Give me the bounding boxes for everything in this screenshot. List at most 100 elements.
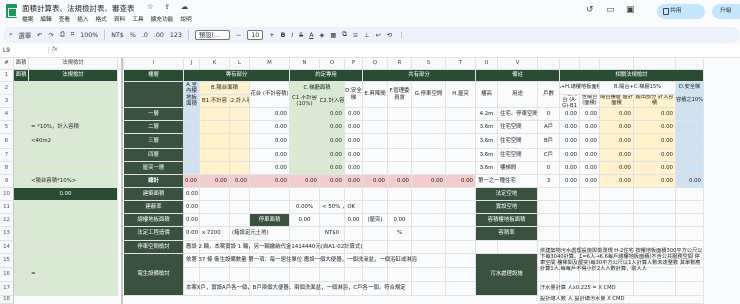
total-floor-excl[interactable]: 0.00 (560, 149, 580, 162)
label-roof[interactable]: (屋突) (363, 214, 388, 227)
floor-households[interactable]: B戶 (538, 134, 560, 149)
total-f[interactable]: 0.00 (388, 175, 412, 188)
row-header[interactable]: 10 (0, 188, 14, 201)
header-c[interactable]: C.梯廳面積 (290, 82, 345, 95)
empty-cell[interactable] (250, 188, 290, 201)
value-cost[interactable]: 0.00 (184, 227, 200, 241)
empty-cell[interactable] (634, 214, 676, 227)
area-b2[interactable] (230, 162, 250, 175)
empty-cell[interactable] (600, 188, 634, 201)
area-flower[interactable]: 0.00 (250, 162, 290, 175)
area-f[interactable] (388, 121, 412, 134)
floor-height[interactable]: 3.6m (476, 162, 498, 175)
empty-cell[interactable] (250, 268, 290, 282)
total-floor-excl[interactable]: 0.00 (560, 134, 580, 149)
left-cell[interactable] (14, 95, 29, 108)
area-b1[interactable] (200, 108, 230, 121)
minus-icon[interactable]: − (236, 32, 241, 39)
menu-extensions[interactable]: 擴充功能 (151, 14, 174, 23)
left-cell[interactable] (29, 214, 118, 227)
empty-cell[interactable] (446, 227, 476, 241)
header-g[interactable]: G.停車空間 (412, 82, 446, 108)
total-households[interactable]: 3 (538, 175, 560, 188)
volume10[interactable] (676, 134, 704, 149)
volume10[interactable] (676, 162, 704, 175)
value-coverage[interactable]: 0.00 (184, 201, 200, 214)
header-households[interactable]: 戶數 (538, 82, 560, 108)
balcony-floor[interactable]: 0.00 (600, 162, 634, 175)
area-b1[interactable] (200, 149, 230, 162)
label-total-floor[interactable]: 總樓地板面積 (124, 214, 184, 227)
area-a[interactable] (184, 134, 200, 149)
header-exceed[interactable]: 超出部分 計入容積 (634, 95, 676, 108)
area-c1[interactable] (290, 108, 320, 121)
col-c-header[interactable]: 法規檢討 (29, 70, 118, 82)
total-c2[interactable]: 0.00 (320, 175, 345, 188)
area-a[interactable] (184, 149, 200, 162)
empty-cell[interactable] (634, 201, 676, 214)
total-floor-incl[interactable]: 0.00 (580, 134, 600, 149)
document-title[interactable]: 面積計算表、法規檢討表、審查表 (22, 3, 135, 14)
left-cell[interactable] (14, 282, 29, 296)
header-balcony-floor[interactable]: 陽台樓層 留計面積 (600, 95, 634, 108)
label-volume-area[interactable]: 容積樓地板面積 (476, 214, 538, 227)
left-total[interactable]: 0.00 (14, 188, 118, 201)
sanitary-text-b[interactable]: 本案X戶，實設A戶各一個，B戶兩個大便器，兩個洗面盆，一個淋浴，C戶各一個，符合… (184, 282, 476, 296)
menu-data[interactable]: 資料 (114, 14, 125, 23)
value-stair[interactable]: 0.00 (345, 214, 363, 227)
header-f[interactable]: F.管理委員會 (388, 82, 412, 108)
value-building-area[interactable]: 0.00 (184, 188, 200, 201)
header-use[interactable]: 用途 (498, 82, 538, 108)
balcony-floor[interactable]: 0.00 (600, 121, 634, 134)
label-parking[interactable]: 停車空間檢討 (124, 241, 184, 254)
row-header[interactable]: 17 (0, 282, 14, 296)
frozen-column-divider[interactable] (121, 58, 123, 304)
comment-icon[interactable]: ▭ (606, 5, 615, 15)
empty-cell[interactable] (412, 188, 446, 201)
empty-cell[interactable] (676, 227, 704, 241)
total-b1[interactable]: 0.00 (200, 175, 230, 188)
empty-cell[interactable] (498, 241, 538, 254)
area-e[interactable] (363, 162, 388, 175)
column-header[interactable] (538, 58, 560, 70)
left-cell[interactable] (14, 82, 29, 95)
row-header[interactable]: 1 (0, 70, 14, 82)
left-cell[interactable] (14, 162, 29, 175)
empty-cell[interactable] (230, 214, 250, 227)
empty-cell[interactable] (290, 227, 320, 241)
left-cell[interactable] (29, 282, 118, 296)
left-cell[interactable] (29, 201, 118, 214)
area-b2[interactable] (230, 134, 250, 149)
empty-cell[interactable] (676, 201, 704, 214)
header-floor[interactable]: 樓層 (124, 70, 184, 82)
area-c2[interactable]: 0.00 (320, 108, 345, 121)
balcony-floor[interactable]: 0.00 (600, 108, 634, 121)
area-a[interactable] (184, 162, 200, 175)
row-header[interactable]: 8 (0, 162, 14, 175)
area-flower[interactable]: 0.00 (250, 121, 290, 134)
volume10[interactable] (676, 108, 704, 121)
row-header[interactable]: 6 (0, 134, 14, 149)
column-header[interactable]: T (446, 58, 476, 70)
area-a[interactable] (184, 121, 200, 134)
cost-note[interactable]: (箱設定元土地) (230, 227, 290, 241)
cost-ntd[interactable]: NT$0 (320, 227, 345, 241)
exceed-value[interactable]: 0.00 (634, 134, 676, 149)
empty-cell[interactable] (290, 268, 320, 282)
floor-households[interactable]: A戶 (538, 121, 560, 134)
column-header[interactable]: V (498, 58, 538, 70)
volume10[interactable] (676, 121, 704, 134)
floor-height[interactable]: 3.6m (476, 134, 498, 149)
empty-cell[interactable] (230, 201, 250, 214)
header-common[interactable]: 共有部分 (363, 70, 476, 82)
empty-cell[interactable] (290, 188, 320, 201)
empty-cell[interactable] (363, 201, 388, 214)
cost-multiplier[interactable]: x 7200 (200, 227, 230, 241)
empty-cell[interactable] (363, 268, 388, 282)
menu-help[interactable]: 說明 (180, 14, 191, 23)
area-c1[interactable] (290, 134, 320, 149)
parking-text[interactable]: 應設 2 輛，本案實設 1 輛，另一輛繳納代金1414440元(自A1-02計算… (184, 241, 476, 254)
label-coverage[interactable]: 建蔽率 (124, 201, 184, 214)
area-h[interactable] (446, 134, 476, 149)
column-header[interactable]: 法規檢討 (29, 58, 118, 70)
